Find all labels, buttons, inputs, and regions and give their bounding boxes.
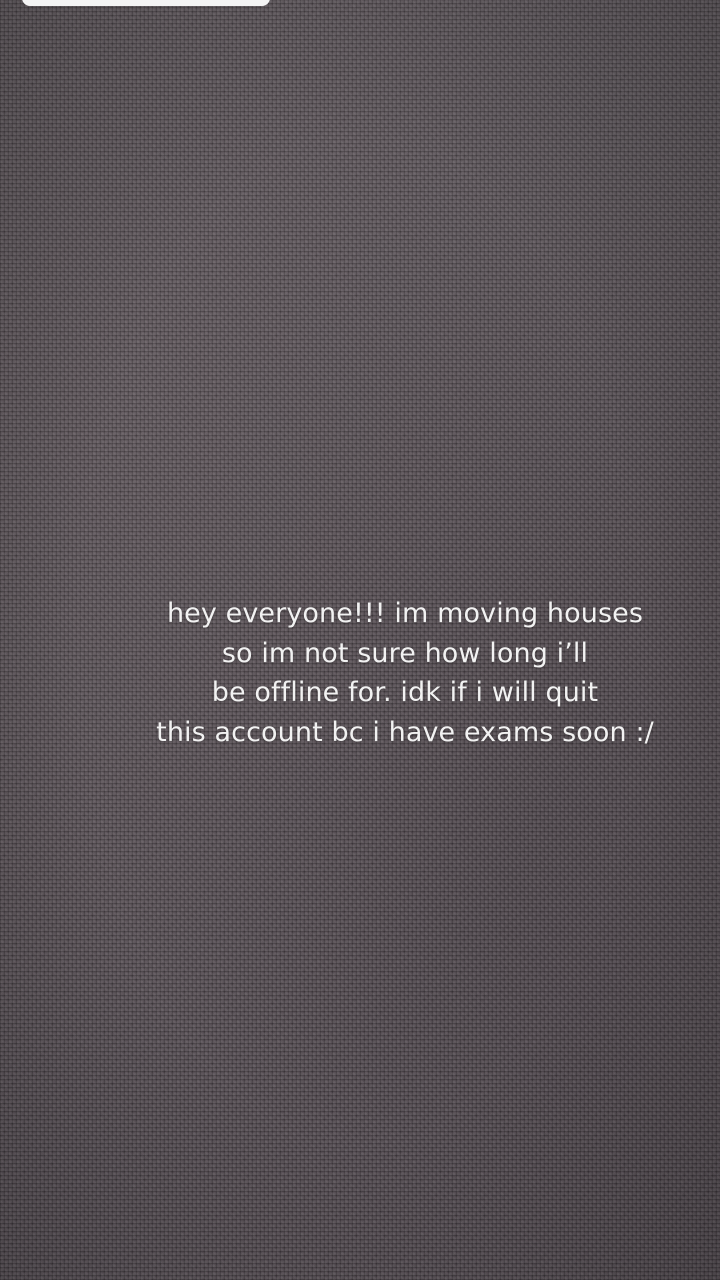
caption-line-2: so im not sure how long i’ll [221, 637, 589, 669]
caption-line-3: be offline for. idk if i will quit [211, 677, 599, 708]
photo-frame: hey everyone!!! im moving houses so im n… [0, 0, 720, 1280]
overlay-caption: hey everyone!!! im moving houses so im n… [100, 594, 710, 752]
caption-line-1: hey everyone!!! im moving houses [166, 598, 644, 629]
caption-line-4: this account bc i have exams soon :/ [156, 716, 654, 748]
top-white-chip [22, 0, 270, 6]
